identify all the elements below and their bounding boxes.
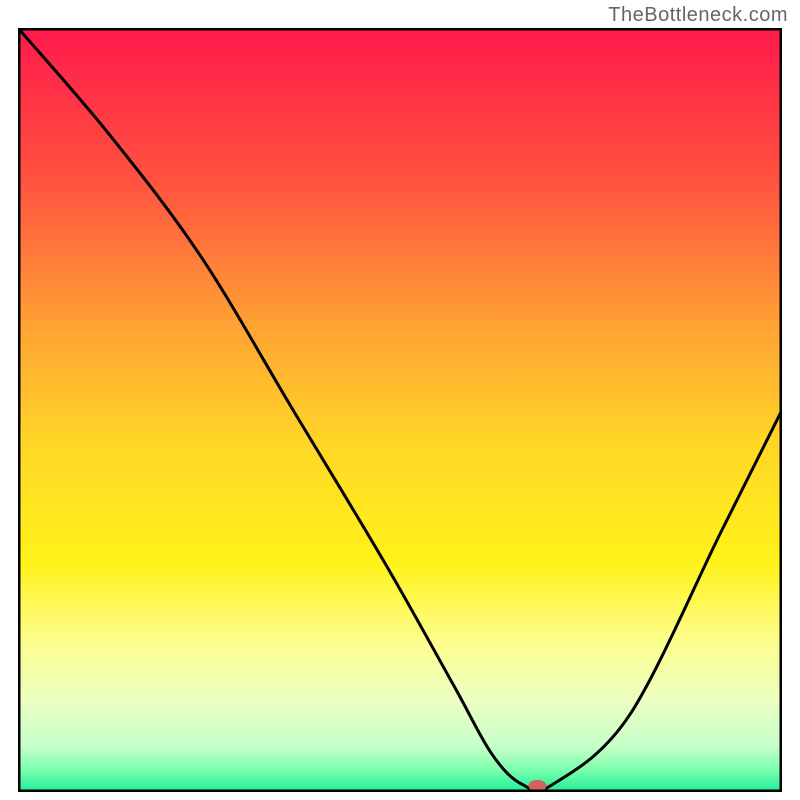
watermark: TheBottleneck.com [608,4,788,27]
bottleneck-chart [18,28,782,792]
plot-background [18,28,782,792]
